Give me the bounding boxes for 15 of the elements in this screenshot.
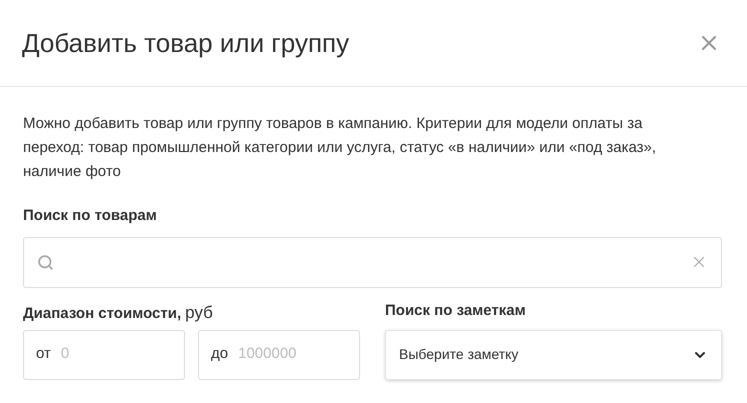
placeholder-text: 1000000 [238, 344, 297, 364]
unit-label: руб [185, 302, 213, 324]
note-select[interactable]: Выберите заметку [385, 330, 722, 380]
price-field[interactable]: от 0 [23, 330, 185, 380]
search-field[interactable] [23, 236, 722, 288]
field-label: Поиск по заметкам [385, 301, 526, 322]
price-field[interactable]: до 1000000 [198, 330, 360, 380]
dialog-title: Добавить товар или группу [22, 26, 350, 60]
description-text: Можно добавить товар или группу товаров в кампанию. Критерии для модели оплаты за переход: товар промышленной категории или услуга, статус «в наличии» или «под заказ», наличие фото [23, 114, 658, 182]
field-label: Поиск по товарам [23, 206, 158, 226]
field-label: Диапазон стоимости, [23, 304, 182, 324]
field-prefix: от [36, 344, 51, 364]
placeholder-text: 0 [60, 344, 70, 364]
field-prefix: до [211, 344, 228, 364]
search-icon [37, 254, 54, 270]
